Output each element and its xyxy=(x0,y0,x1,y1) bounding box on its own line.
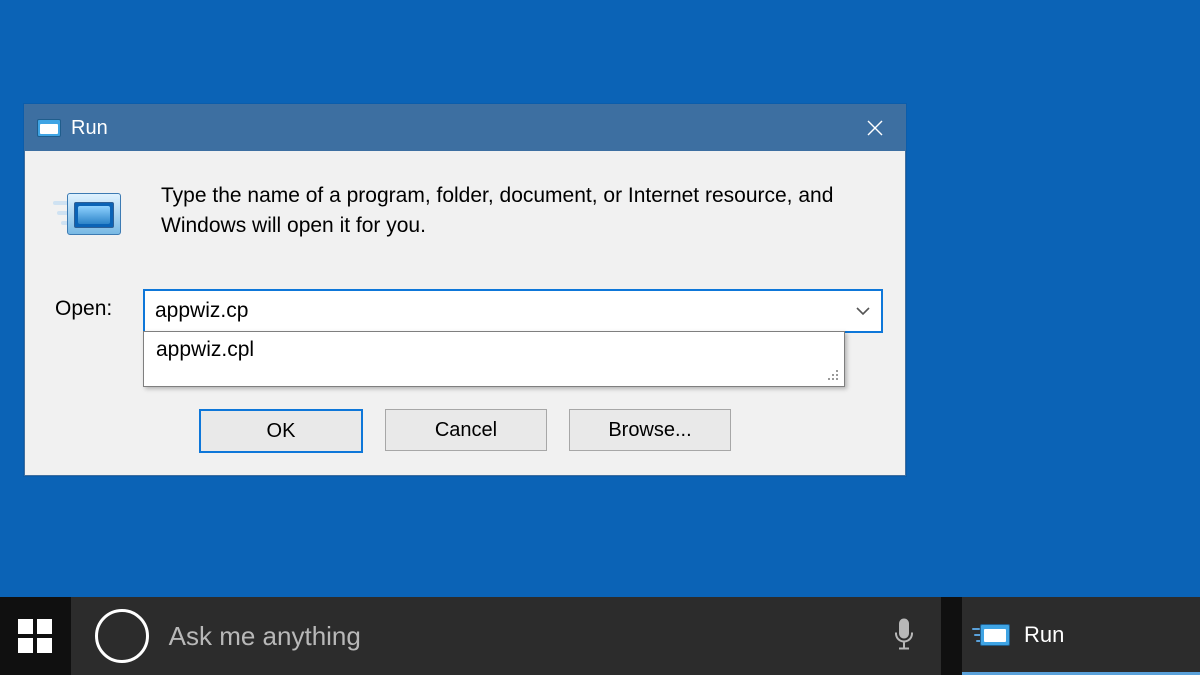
open-combobox[interactable] xyxy=(143,289,883,333)
start-button[interactable] xyxy=(0,597,71,675)
dialog-body: Type the name of a program, folder, docu… xyxy=(25,151,905,475)
taskbar-item-run[interactable]: Run xyxy=(962,597,1200,675)
search-box[interactable]: Ask me anything xyxy=(71,597,941,675)
cancel-button[interactable]: Cancel xyxy=(385,409,547,451)
window-title: Run xyxy=(71,117,845,140)
run-large-icon xyxy=(57,187,129,245)
close-button[interactable] xyxy=(845,105,905,151)
titlebar[interactable]: Run xyxy=(25,105,905,151)
run-dialog: Run Type the name of a program, folder, … xyxy=(24,104,906,476)
dialog-buttons: OK Cancel Browse... xyxy=(25,409,905,453)
resize-grip-icon[interactable] xyxy=(824,366,842,384)
browse-button[interactable]: Browse... xyxy=(569,409,731,451)
open-label: Open: xyxy=(55,297,112,321)
open-input[interactable] xyxy=(145,291,863,331)
run-icon xyxy=(980,624,1010,646)
microphone-icon[interactable] xyxy=(891,618,917,655)
cortana-icon[interactable] xyxy=(95,609,149,663)
autocomplete-item[interactable]: appwiz.cpl xyxy=(144,332,844,362)
search-placeholder: Ask me anything xyxy=(169,621,941,652)
ok-button[interactable]: OK xyxy=(199,409,363,453)
taskbar-item-label: Run xyxy=(1024,622,1064,648)
windows-logo-icon xyxy=(18,619,52,653)
dialog-description: Type the name of a program, folder, docu… xyxy=(161,181,875,241)
chevron-down-icon[interactable] xyxy=(845,291,881,331)
run-icon xyxy=(37,119,61,137)
taskbar: Ask me anything Run xyxy=(0,597,1200,675)
taskbar-gap xyxy=(941,597,962,675)
autocomplete-dropdown: appwiz.cpl xyxy=(143,331,845,387)
